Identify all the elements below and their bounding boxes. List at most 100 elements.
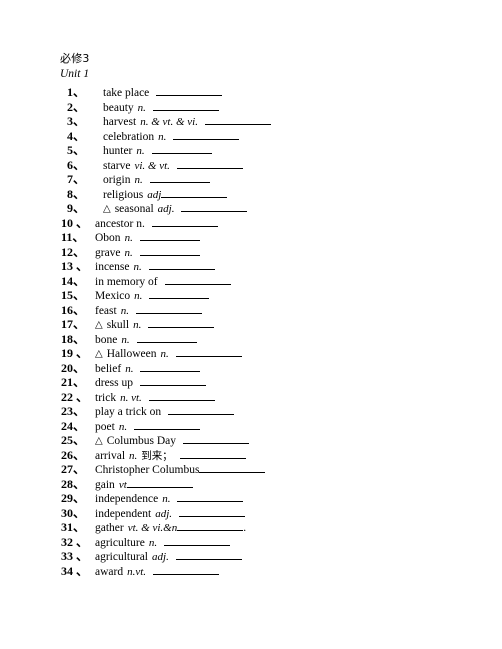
part-of-speech: n. [137, 101, 146, 114]
answer-blank[interactable] [136, 332, 197, 343]
answer-blank[interactable] [151, 216, 218, 227]
answer-blank[interactable] [164, 274, 231, 285]
part-of-speech: adj. [152, 551, 169, 563]
vocab-item-entry: origin n. [103, 173, 143, 188]
vocab-word: skull [106, 319, 130, 331]
vocab-item-number: 12、 [61, 244, 86, 259]
vocab-item-number: 24、 [61, 418, 86, 433]
part-of-speech: n. [134, 174, 143, 186]
answer-blank[interactable] [148, 390, 215, 401]
answer-blank[interactable] [149, 172, 210, 183]
answer-blank[interactable] [161, 187, 228, 198]
answer-blank[interactable] [164, 535, 231, 546]
vocab-word: independence [95, 493, 159, 505]
vocab-item-number: 8、 [67, 186, 86, 201]
answer-blank[interactable] [140, 361, 201, 372]
vocab-word: award [95, 565, 124, 578]
vocab-item-number: 21、 [61, 375, 86, 389]
answer-blank[interactable] [134, 419, 201, 430]
vocab-item: 16、 feast n. [0, 303, 502, 318]
vocab-item-entry: poet n. [95, 420, 127, 435]
vocab-word: origin [103, 174, 131, 186]
part-of-speech: n. [136, 145, 145, 157]
answer-blank[interactable] [179, 506, 246, 517]
answer-blank[interactable] [148, 259, 215, 270]
vocab-word: poet [95, 420, 115, 433]
answer-blank[interactable] [175, 346, 242, 357]
answer-blank[interactable] [177, 520, 244, 531]
vocab-item: 17、 △ skull n. [0, 317, 502, 332]
answer-blank[interactable] [176, 158, 243, 169]
vocab-item-number: 16、 [61, 302, 86, 317]
vocab-item: 13 、 incense n. [0, 259, 502, 274]
vocab-item-entry: gather vt. & vi.&n [95, 521, 177, 536]
vocab-item: 15、 Mexico n. [0, 288, 502, 303]
answer-blank[interactable] [179, 448, 246, 459]
vocab-item: 1、 take place [0, 85, 502, 100]
part-of-speech: n. [120, 304, 129, 317]
answer-blank[interactable] [175, 549, 242, 560]
vocab-item-number: 4、 [67, 128, 86, 143]
vocab-word: Obon [95, 232, 121, 244]
vocab-item-number: 30、 [61, 505, 86, 520]
answer-blank[interactable] [173, 129, 240, 140]
vocab-item-entry: △ Columbus Day [95, 434, 176, 450]
vocab-item-number: 7、 [67, 172, 86, 186]
triangle-marker-icon: △ [95, 435, 103, 447]
answer-blank[interactable] [177, 491, 244, 502]
part-of-speech: adj [147, 188, 162, 201]
vocab-word: incense [95, 261, 130, 273]
answer-blank[interactable] [156, 85, 223, 96]
vocab-item-entry: arrival n. 到来； [95, 449, 173, 464]
answer-blank[interactable] [199, 462, 266, 473]
part-of-speech: n. [125, 362, 134, 375]
vocab-item: 28、 gain vt [0, 477, 502, 492]
vocab-item-number: 33 、 [61, 549, 89, 563]
vocab-word: ancestor n. [95, 217, 145, 230]
answer-blank[interactable] [139, 245, 200, 256]
answer-blank[interactable] [181, 201, 248, 212]
vocab-item-number: 19 、 [61, 346, 89, 360]
triangle-marker-icon: △ [95, 319, 103, 331]
vocab-word: grave [95, 246, 121, 259]
vocab-word: agricultural [95, 551, 149, 563]
answer-blank[interactable] [204, 114, 271, 125]
part-of-speech: vt [118, 478, 127, 491]
answer-blank[interactable] [183, 433, 250, 444]
vocab-item-number: 29、 [61, 491, 86, 505]
vocab-item: 27、 Christopher Columbus [0, 462, 502, 477]
vocab-item: 23、 play a trick on [0, 404, 502, 419]
vocab-word: starve [103, 159, 131, 172]
vocab-item-entry: hunter n. [103, 144, 145, 159]
vocab-word: in memory of [95, 275, 158, 288]
vocab-item: 31、 gather vt. & vi.&n. [0, 520, 502, 535]
vocab-word: take place [103, 87, 150, 99]
vocab-item: 22 、 trick n. vt. [0, 390, 502, 405]
vocab-word: dress up [95, 377, 134, 389]
vocab-word: belief [95, 362, 122, 375]
triangle-marker-icon: △ [103, 203, 111, 215]
answer-blank[interactable] [151, 143, 212, 154]
answer-blank[interactable] [140, 375, 207, 386]
vocab-item-number: 15、 [61, 288, 86, 302]
vocab-word: bone [95, 333, 118, 346]
answer-blank[interactable] [152, 100, 219, 111]
vocab-item-number: 1、 [67, 85, 86, 99]
answer-blank[interactable] [135, 303, 202, 314]
vocab-item: 2、 beauty n. [0, 100, 502, 115]
answer-blank[interactable] [168, 404, 235, 415]
vocab-item-number: 23、 [61, 404, 86, 418]
vocab-item: 6、 starve vi. & vt. [0, 158, 502, 173]
answer-blank[interactable] [153, 564, 220, 575]
vocab-item-entry: take place [103, 86, 149, 101]
answer-blank[interactable] [126, 477, 193, 488]
answer-blank[interactable] [148, 317, 215, 328]
vocab-item-number: 9、 [67, 201, 86, 215]
vocab-item-entry: grave n. [95, 246, 133, 261]
answer-blank[interactable] [139, 230, 200, 241]
answer-blank[interactable] [149, 288, 210, 299]
vocab-item-entry: ancestor n. [95, 217, 145, 232]
part-of-speech: n. [121, 333, 130, 346]
vocab-item-entry: gain vt [95, 478, 127, 493]
part-of-speech: n. [124, 246, 133, 259]
